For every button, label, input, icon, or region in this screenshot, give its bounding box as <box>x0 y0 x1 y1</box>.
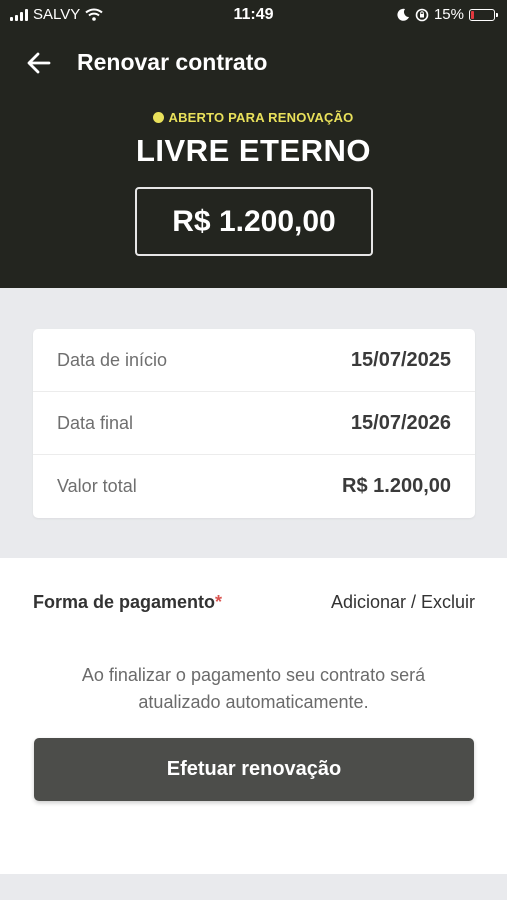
price-value: R$ 1.200,00 <box>172 204 336 238</box>
add-remove-payment-link[interactable]: Adicionar / Excluir <box>331 592 475 613</box>
payment-section: Forma de pagamento* Adicionar / Excluir … <box>0 558 507 874</box>
payment-method-label: Forma de pagamento* <box>33 592 222 613</box>
detail-label: Data de início <box>57 349 168 370</box>
contract-details-card: Data de início 15/07/2025 Data final 15/… <box>33 329 475 518</box>
header: SALVY 11:49 15% Renovar contrato ABERTO … <box>0 0 507 288</box>
renew-button[interactable]: Efetuar renovação <box>34 738 474 801</box>
renewal-status: ABERTO PARA RENOVAÇÃO <box>0 110 507 125</box>
status-bar: SALVY 11:49 15% <box>0 0 507 30</box>
detail-label: Valor total <box>57 476 137 496</box>
moon-icon <box>397 8 409 21</box>
back-button[interactable] <box>24 48 54 78</box>
battery-percent: 15% <box>433 6 464 23</box>
detail-value: R$ 1.200,00 <box>342 475 451 497</box>
payment-method-label-text: Forma de pagamento <box>33 592 216 612</box>
arrow-left-icon <box>27 52 51 74</box>
page-title: Renovar contrato <box>77 49 268 75</box>
title-bar: Renovar contrato <box>0 44 507 82</box>
detail-row-start-date: Data de início 15/07/2025 <box>33 329 475 392</box>
detail-row-end-date: Data final 15/07/2026 <box>33 392 475 455</box>
detail-row-total: Valor total R$ 1.200,00 <box>33 455 475 518</box>
price-box: R$ 1.200,00 <box>135 187 373 256</box>
status-dot-icon <box>153 112 165 123</box>
rotation-lock-icon <box>415 8 429 21</box>
renewal-status-text: ABERTO PARA RENOVAÇÃO <box>168 110 354 125</box>
required-mark: * <box>215 592 223 612</box>
detail-value: 15/07/2026 <box>350 411 451 434</box>
battery-icon <box>469 8 498 21</box>
detail-value: 15/07/2025 <box>350 348 451 371</box>
payment-info-text: Ao finalizar o pagamento seu contrato se… <box>81 665 426 712</box>
detail-label: Data final <box>57 412 134 433</box>
plan-name: LIVRE ETERNO <box>135 133 372 168</box>
